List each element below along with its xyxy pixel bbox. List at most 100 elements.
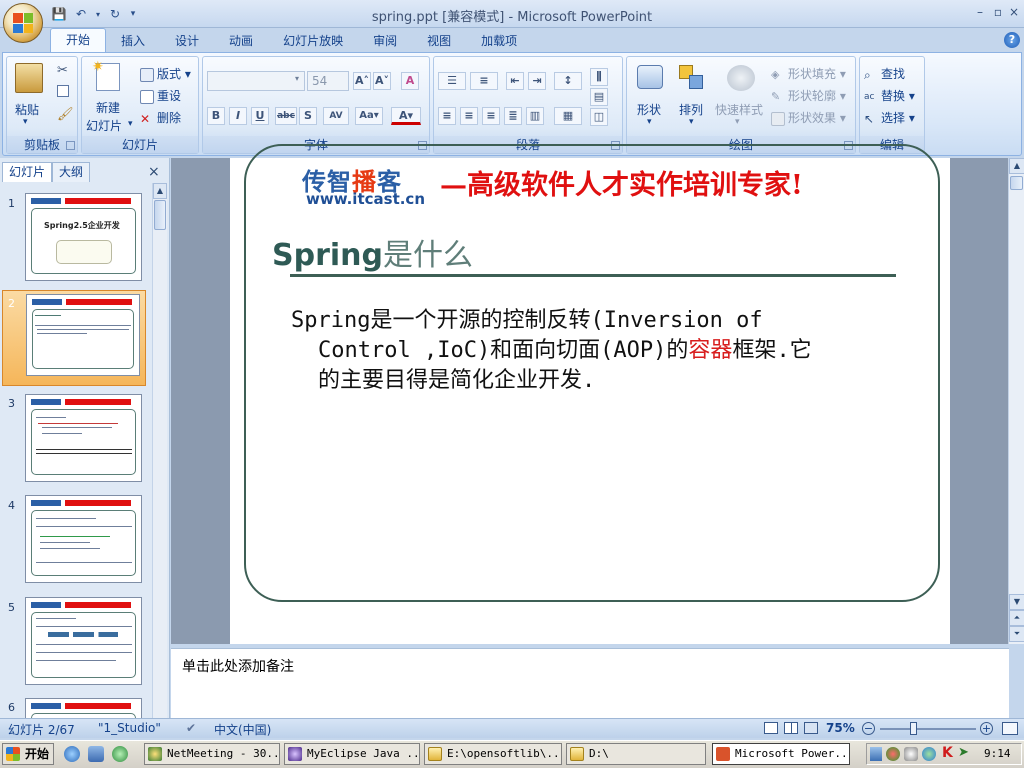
shrink-font-icon[interactable]: A˅ [373, 72, 391, 90]
tray-k-icon[interactable]: K [942, 745, 953, 761]
media-quicklaunch-icon[interactable] [112, 746, 128, 762]
zoom-slider-thumb[interactable] [910, 722, 917, 735]
taskbar-powerpoint[interactable]: Microsoft Power... [712, 743, 850, 765]
taskbar-explorer-opensoftlib[interactable]: E:\opensoftlib\... [424, 743, 562, 765]
smartart-icon[interactable]: ◫ [590, 108, 608, 126]
text-direction-icon[interactable]: ⫼ [590, 68, 608, 86]
fit-to-window-icon[interactable] [1002, 722, 1018, 735]
slide-body-text[interactable]: Spring是一个开源的控制反转(Inversion of Control ,I… [291, 306, 891, 396]
delete-button[interactable]: ✕ 删除 [140, 109, 181, 126]
arrange-dropdown-icon[interactable]: ▾ [689, 117, 694, 127]
tray-app-icon[interactable] [904, 747, 918, 761]
shadow-icon[interactable]: S [299, 107, 317, 125]
font-name-input[interactable] [207, 71, 305, 91]
next-slide-icon[interactable]: ⏷ [1009, 626, 1024, 642]
thumbnail-scrollbar[interactable]: ▲ [152, 183, 167, 718]
clear-format-icon[interactable]: A [401, 72, 419, 90]
taskbar-netmeeting[interactable]: NetMeeting - 30... [144, 743, 280, 765]
find-button[interactable]: ⌕ 查找 [864, 65, 905, 82]
desktop-quicklaunch-icon[interactable] [88, 746, 104, 762]
taskbar-explorer-d[interactable]: D:\ [566, 743, 706, 765]
layout-button[interactable]: 版式 ▾ [140, 65, 191, 82]
tab-view[interactable]: 视图 [412, 30, 466, 52]
columns-icon[interactable]: ▦ [554, 107, 582, 125]
language-status[interactable]: 中文(中国) [214, 721, 271, 738]
reset-button[interactable]: 重设 [140, 87, 181, 104]
underline-icon[interactable]: U [251, 107, 269, 125]
slide-thumbnail-5[interactable] [25, 597, 142, 685]
tab-animations[interactable]: 动画 [214, 30, 268, 52]
italic-icon[interactable]: I [229, 107, 247, 125]
panel-close-icon[interactable]: × [148, 164, 160, 180]
shape-fill-button[interactable]: ◈ 形状填充 ▾ [771, 65, 846, 82]
notes-pane[interactable] [171, 648, 1009, 718]
bold-icon[interactable]: B [207, 107, 225, 125]
new-slide-label-2[interactable]: 幻灯片 [86, 117, 122, 134]
close-button[interactable]: × [1004, 4, 1024, 20]
office-button[interactable] [3, 3, 43, 43]
shapes-button[interactable]: 形状 [637, 101, 661, 118]
new-slide-label-1[interactable]: 新建 [96, 99, 120, 116]
spellcheck-icon[interactable]: ✔ [186, 721, 196, 735]
shape-effects-button[interactable]: 形状效果 ▾ [771, 109, 846, 126]
shapes-icon[interactable] [637, 65, 663, 89]
char-spacing-icon[interactable]: AV [323, 107, 349, 125]
tab-review[interactable]: 审阅 [358, 30, 412, 52]
slide-thumbnail-3[interactable] [25, 394, 142, 482]
help-icon[interactable]: ? [1004, 32, 1020, 48]
tab-outline-panel[interactable]: 大纲 [52, 162, 91, 182]
tab-design[interactable]: 设计 [160, 30, 214, 52]
scroll-thumb[interactable] [154, 200, 166, 230]
slide-thumbnail-2[interactable] [26, 294, 140, 376]
slide-sorter-icon[interactable] [784, 722, 798, 734]
paste-button[interactable]: 粘贴 [15, 101, 39, 118]
notes-placeholder[interactable]: 单击此处添加备注 [182, 656, 294, 676]
zoom-in-icon[interactable]: + [980, 722, 993, 735]
zoom-out-icon[interactable]: − [862, 722, 875, 735]
zoom-level[interactable]: 75% [826, 721, 855, 735]
justify-icon[interactable]: ≣ [504, 107, 522, 125]
start-button[interactable]: 开始 [2, 743, 54, 765]
copy-icon[interactable] [57, 85, 69, 97]
change-case-icon[interactable]: Aa▾ [355, 107, 383, 125]
slide-title[interactable]: Spring是什么 [272, 230, 473, 274]
grow-font-icon[interactable]: A˄ [353, 72, 371, 90]
slide-scrollbar[interactable]: ▲ ▼ ⏶ ⏷ [1008, 158, 1024, 644]
select-button[interactable]: ↖ 选择 ▾ [864, 109, 915, 126]
tab-addins[interactable]: 加载项 [466, 30, 532, 52]
shapes-dropdown-icon[interactable]: ▾ [647, 117, 652, 127]
quick-styles-button[interactable]: 快速样式 [715, 101, 763, 118]
scroll-up-icon[interactable]: ▲ [153, 183, 167, 199]
paste-icon[interactable] [15, 63, 43, 93]
slide-thumbnail-4[interactable] [25, 495, 142, 583]
bullets-icon[interactable]: ☰ [438, 72, 466, 90]
font-size-input[interactable]: 54 [307, 71, 349, 91]
scroll-thumb[interactable] [1010, 176, 1023, 190]
new-slide-dropdown-icon[interactable]: ▾ [128, 119, 133, 129]
strikethrough-icon[interactable]: abc [275, 107, 297, 125]
taskbar-myeclipse[interactable]: MyEclipse Java ... [284, 743, 420, 765]
quick-styles-icon[interactable] [727, 65, 755, 91]
align-right-icon[interactable]: ≡ [482, 107, 500, 125]
tray-globe-icon[interactable] [922, 747, 936, 761]
previous-slide-icon[interactable]: ⏶ [1009, 610, 1024, 626]
minimize-button[interactable]: – [970, 4, 990, 20]
quick-styles-dropdown-icon[interactable]: ▾ [735, 117, 740, 127]
normal-view-icon[interactable] [764, 722, 778, 734]
font-color-icon[interactable]: A▾ [391, 107, 421, 125]
tray-status-icon[interactable] [886, 747, 900, 761]
cut-icon[interactable]: ✂ [57, 63, 68, 78]
increase-indent-icon[interactable]: ⇥ [528, 72, 546, 90]
replace-button[interactable]: ac 替换 ▾ [864, 87, 915, 104]
scroll-up-icon[interactable]: ▲ [1009, 158, 1024, 174]
arrange-button[interactable]: 排列 [679, 101, 703, 118]
tray-network-icon[interactable] [870, 747, 882, 761]
distribute-icon[interactable]: ▥ [526, 107, 544, 125]
numbering-icon[interactable]: ≡ [470, 72, 498, 90]
paste-dropdown-icon[interactable]: ▾ [23, 117, 28, 127]
tray-arrow-icon[interactable]: ➤ [958, 745, 969, 760]
decrease-indent-icon[interactable]: ⇤ [506, 72, 524, 90]
scroll-down-icon[interactable]: ▼ [1009, 594, 1024, 610]
align-text-icon[interactable]: ▤ [590, 88, 608, 106]
align-left-icon[interactable]: ≡ [438, 107, 456, 125]
